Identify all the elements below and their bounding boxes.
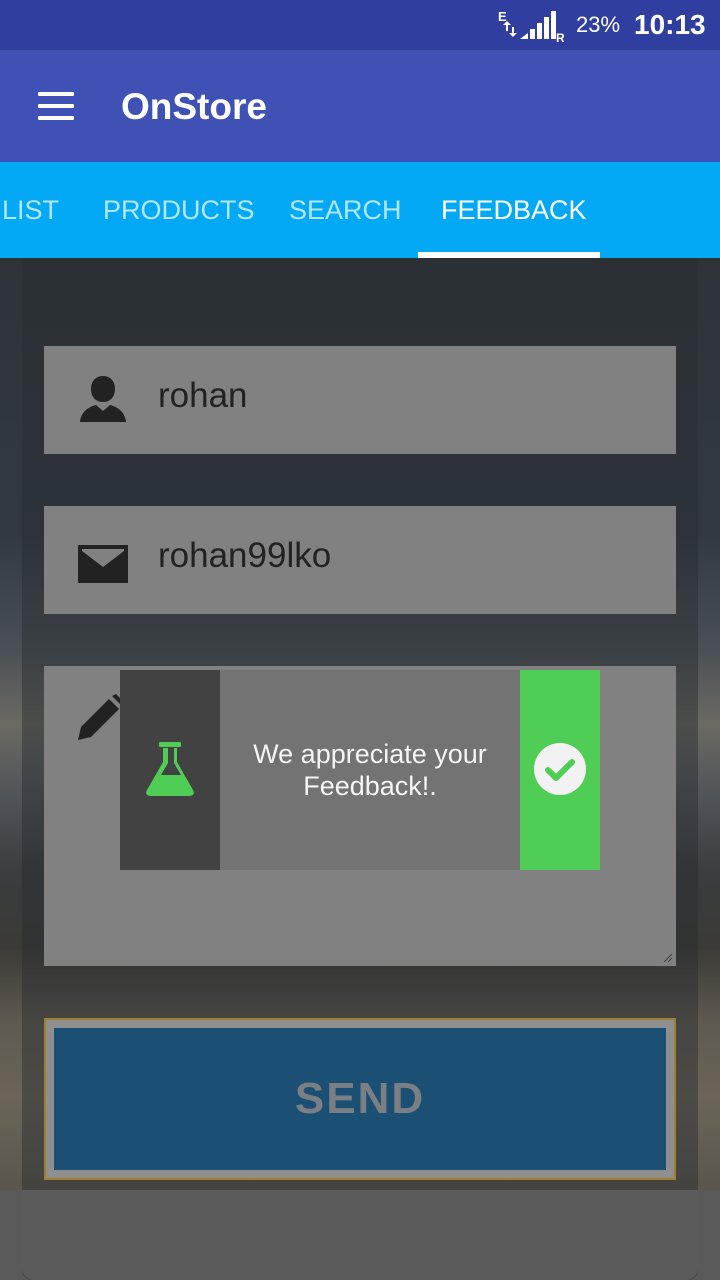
person-icon <box>80 376 126 422</box>
flask-icon <box>146 742 194 796</box>
toast-icon-panel <box>120 670 220 870</box>
send-button-label: SEND <box>294 1074 426 1123</box>
email-icon <box>78 545 128 583</box>
tab-feedback[interactable]: FEEDBACK <box>441 162 587 258</box>
battery-percent: 23% <box>576 12 621 37</box>
menu-icon[interactable] <box>38 92 74 120</box>
pencil-icon <box>78 694 124 740</box>
toast-message: We appreciate your Feedback!. <box>253 739 487 801</box>
toast-check-panel <box>520 670 600 870</box>
tab-products[interactable]: PRODUCTS <box>103 162 255 258</box>
status-bar: E R 23% 10:13 <box>0 0 720 50</box>
app-title: OnStore <box>121 86 267 127</box>
svg-text:R: R <box>556 31 564 43</box>
send-button-frame: SEND <box>44 1018 676 1180</box>
tab-bar: LIST PRODUCTS SEARCH FEEDBACK <box>0 162 720 258</box>
tab-indicator <box>418 252 600 258</box>
toast-message-panel: We appreciate your Feedback!. <box>220 670 520 870</box>
app-bar: OnStore <box>0 50 720 162</box>
svg-text:E: E <box>498 9 507 24</box>
email-value: rohan99lko <box>158 536 332 575</box>
tab-list[interactable]: LIST <box>2 162 59 258</box>
send-button[interactable]: SEND <box>54 1028 666 1170</box>
feedback-toast: We appreciate your Feedback!. <box>120 670 600 870</box>
signal-icon: E R <box>498 9 564 43</box>
clock: 10:13 <box>634 9 706 40</box>
email-field[interactable]: rohan99lko <box>44 506 676 614</box>
form-panel-lower <box>22 1190 698 1280</box>
tab-search[interactable]: SEARCH <box>289 162 402 258</box>
name-value: rohan <box>158 376 248 415</box>
check-circle-icon <box>534 743 586 795</box>
resize-handle-icon[interactable] <box>662 952 672 962</box>
name-field[interactable]: rohan <box>44 346 676 454</box>
